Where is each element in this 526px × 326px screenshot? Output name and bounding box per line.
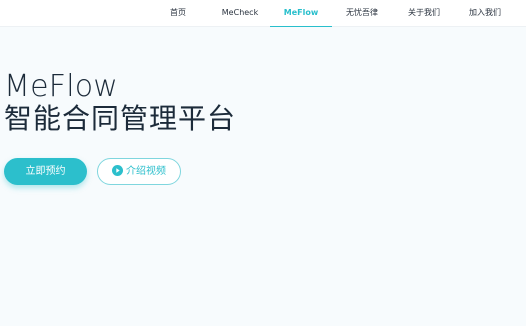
nav-item-wuyou-wulv[interactable]: 无忧吾律 xyxy=(340,0,384,26)
nav-item-home[interactable]: 首页 xyxy=(158,0,198,26)
nav-item-meflow[interactable]: MeFlow xyxy=(270,0,332,27)
book-now-button[interactable]: 立即预约 xyxy=(4,158,87,185)
book-now-button-label: 立即预约 xyxy=(25,166,66,177)
nav-item-label: 首页 xyxy=(170,8,186,17)
nav-item-label: MeFlow xyxy=(283,8,319,17)
intro-video-button[interactable]: 介绍视频 xyxy=(97,158,181,185)
top-nav-bar: 首页 MeCheck MeFlow 无忧吾律 关于我们 加入我们 xyxy=(0,0,526,27)
nav-item-mecheck[interactable]: MeCheck xyxy=(213,0,267,26)
nav-item-about-us[interactable]: 关于我们 xyxy=(402,0,446,26)
intro-video-button-label: 介绍视频 xyxy=(126,166,166,177)
nav-item-label: 关于我们 xyxy=(408,8,440,17)
nav-item-label: 无忧吾律 xyxy=(346,8,378,17)
hero-subtitle: 智能合同管理平台 xyxy=(4,102,237,135)
nav-item-label: 加入我们 xyxy=(469,8,501,17)
hero-title: MeFlow xyxy=(4,69,119,104)
active-tab-indicator xyxy=(270,25,332,27)
play-circle-icon xyxy=(112,164,123,176)
nav-item-label: MeCheck xyxy=(221,8,259,17)
nav-item-join-us[interactable]: 加入我们 xyxy=(463,0,507,26)
